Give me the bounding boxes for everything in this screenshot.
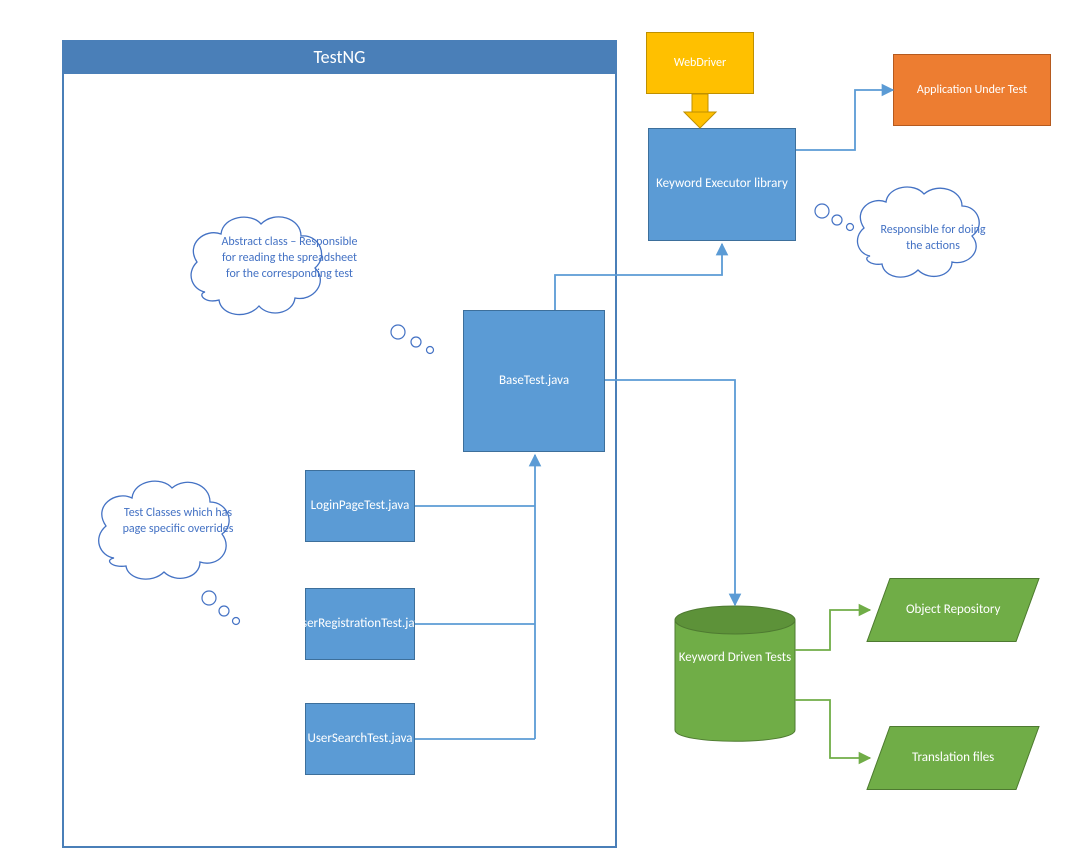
test-box-search-label: UserSearchTest.java — [308, 731, 413, 747]
cloud-actions-text: Responsible for doing the actions — [878, 222, 988, 254]
keyword-driven-label: Keyword Driven Tests — [675, 650, 795, 667]
basetest-label: BaseTest.java — [499, 373, 569, 389]
keyword-driven-cylinder — [675, 606, 795, 741]
object-repo-label: Object Repository — [906, 602, 1000, 618]
thought-dots-actions — [815, 204, 854, 231]
app-under-test-box: Application Under Test — [893, 54, 1051, 126]
testng-title: TestNG — [64, 42, 615, 74]
webdriver-label: WebDriver — [674, 56, 726, 71]
connector-basetest-kdt — [605, 380, 735, 605]
keyword-executor-label: Keyword Executor library — [656, 176, 788, 192]
basetest-box: BaseTest.java — [463, 310, 605, 452]
connector-executor-aut — [796, 90, 893, 150]
test-box-search: UserSearchTest.java — [305, 703, 415, 775]
connector-kdt-objrepo — [795, 610, 870, 650]
connector-kdt-translation — [795, 700, 870, 758]
keyword-executor-box: Keyword Executor library — [648, 128, 796, 241]
translation-label: Translation files — [912, 750, 994, 766]
test-box-registration-label: UserRegistrationTest.java — [294, 616, 427, 632]
app-under-test-label: Application Under Test — [917, 83, 1027, 98]
object-repo-box: Object Repository — [866, 578, 1039, 642]
arrow-webdriver-down — [684, 94, 716, 128]
cloud-testclasses-text: Test Classes which has page specific ove… — [118, 505, 238, 537]
test-box-login-label: LoginPageTest.java — [311, 498, 410, 514]
test-box-registration: UserRegistrationTest.java — [305, 588, 415, 660]
test-box-login: LoginPageTest.java — [305, 470, 415, 542]
webdriver-box: WebDriver — [646, 32, 754, 94]
translation-box: Translation files — [866, 726, 1039, 790]
cloud-abstract-text: Abstract class – Responsible for reading… — [217, 234, 362, 283]
